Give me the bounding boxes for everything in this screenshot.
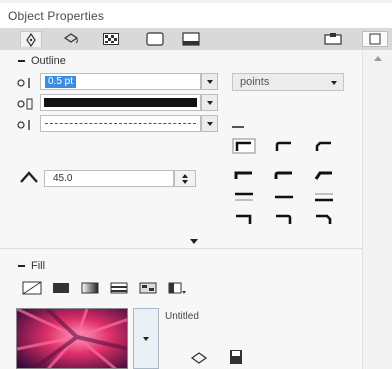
corner-sharp-icon[interactable] [232,138,256,154]
tab-transparency[interactable] [100,31,122,47]
chevron-down-icon [206,100,213,105]
fill-preset-dropdown[interactable] [133,308,159,369]
miter-limit-spinner[interactable] [174,170,196,187]
outline-section-header[interactable]: Outline [18,55,66,67]
outline-width-value: 0.5 pt [45,76,77,88]
position-outside-icon[interactable] [232,189,256,205]
chevron-down-icon [331,81,337,85]
fill-preview-swatch[interactable] [16,308,128,369]
position-inside-icon[interactable] [312,189,336,205]
uniform-fill-icon[interactable] [51,281,71,295]
scroll-up-icon[interactable] [374,56,382,61]
radial-burst-preview [17,309,127,368]
outline-width-icon [17,78,30,88]
texture-fill-icon[interactable] [167,281,187,295]
outline-width-field[interactable]: 0.5 pt [40,73,201,90]
summary-icon [182,32,200,46]
outline-section-label: Outline [31,55,66,67]
tab-corners[interactable] [144,31,166,47]
dashed-line-preview [45,123,196,124]
corner-bevel-icon[interactable] [312,138,336,154]
tab-fill[interactable] [60,31,82,47]
outline-width-dropdown[interactable] [201,73,218,90]
rounded-rect-icon [146,32,164,46]
line-style-dropdown[interactable] [201,115,218,132]
fill-type-row [22,281,187,295]
panel-top-edge [0,0,392,3]
pen-nib-icon [26,32,36,47]
position-center-icon[interactable] [272,189,296,205]
expand-icon [369,33,381,45]
miter-row [20,171,38,183]
join-miter-icon[interactable] [232,211,256,227]
vertical-scrollbar[interactable] [362,50,392,369]
no-fill-icon[interactable] [22,281,42,295]
corners-label-mark [232,126,244,128]
outline-color-field[interactable] [40,94,201,111]
cap-square-icon[interactable] [232,167,256,183]
fill-section-label: Fill [31,260,46,272]
spin-down-icon [182,180,188,184]
join-round-icon[interactable] [272,211,296,227]
tab-summary[interactable] [180,31,202,47]
miter-limit-icon [20,171,38,183]
tab-outline[interactable] [20,31,42,47]
options-panel-icon [324,33,342,45]
chevron-down-icon [206,121,213,126]
cap-round-icon[interactable] [272,167,296,183]
outline-color-swatch [44,98,197,107]
vector-pattern-fill-icon[interactable] [109,281,129,295]
save-fill-icon[interactable] [228,348,244,366]
checkerboard-icon [103,33,119,45]
miter-limit-field[interactable]: 45.0 [44,170,174,187]
object-properties-panel: Object Properties Outline 0.5 pt points … [0,0,392,369]
line-style-icon [17,120,30,130]
tab-options[interactable] [322,31,344,47]
fountain-fill-icon[interactable] [80,281,100,295]
cap-extend-icon[interactable] [312,167,336,183]
spin-up-icon [182,174,188,178]
outline-color-icon [17,98,33,110]
line-style-field[interactable] [40,115,201,132]
properties-content: Outline 0.5 pt points 45.0 Fill Untitled [0,50,362,369]
collapse-dash-icon [18,60,25,62]
panel-title: Object Properties [8,9,105,23]
bitmap-pattern-fill-icon[interactable] [138,281,158,295]
join-bevel-icon[interactable] [312,211,336,227]
units-dropdown[interactable]: points [232,73,344,91]
collapse-dash-icon [18,265,25,267]
edit-fill-icon[interactable] [190,350,208,366]
fill-section-header[interactable]: Fill [18,260,45,272]
paint-bucket-icon [63,33,79,44]
tab-bar [0,28,392,50]
chevron-down-icon [143,336,149,341]
chevron-down-icon [206,79,213,84]
tab-expand[interactable] [362,31,388,47]
corner-round-icon[interactable] [272,138,296,154]
outline-collapse-arrow[interactable] [190,239,198,244]
units-value: points [240,76,270,88]
miter-limit-value: 45.0 [53,173,73,184]
section-divider [0,248,362,249]
fill-preset-name: Untitled [165,311,199,322]
outline-color-dropdown[interactable] [201,94,218,111]
